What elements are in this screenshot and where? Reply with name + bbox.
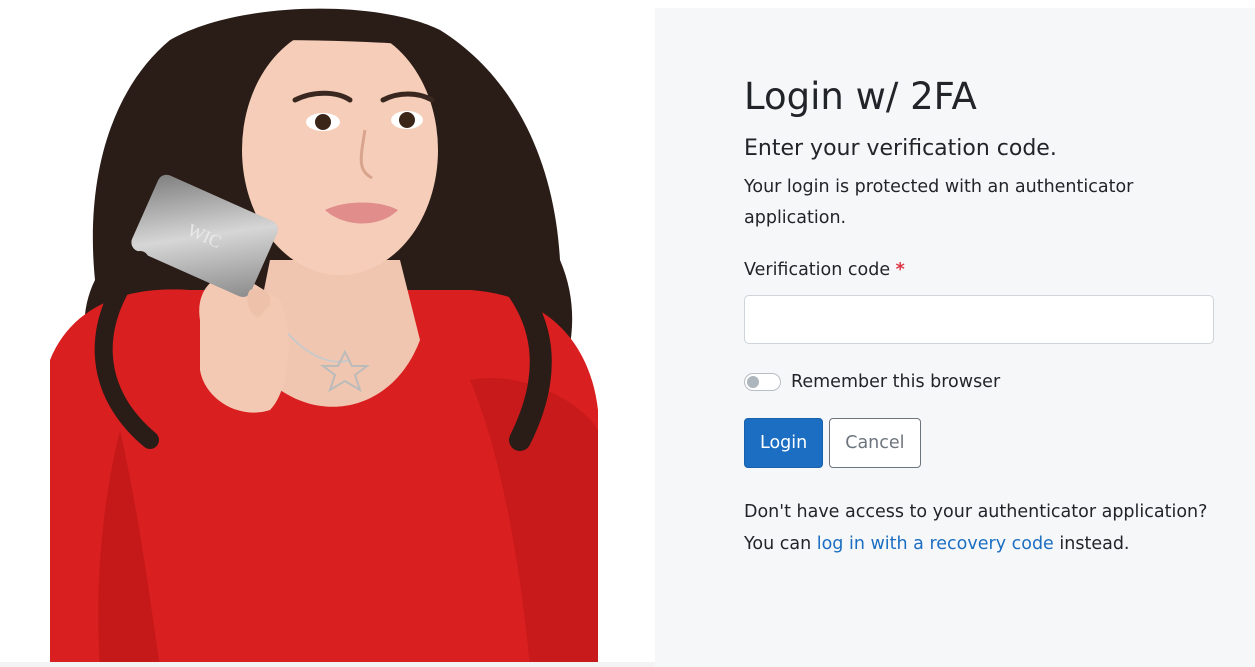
two-factor-form: Login w/ 2FA Enter your verification cod… (744, 74, 1216, 560)
page-title: Login w/ 2FA (744, 75, 977, 118)
login-button[interactable]: Login (744, 418, 824, 468)
form-actions: Login Cancel (744, 418, 1216, 468)
form-subtitle: Enter your verification code. (744, 136, 1057, 161)
recovery-help-text: Don't have access to your authenticator … (744, 496, 1216, 560)
required-marker: * (895, 260, 905, 280)
cancel-button[interactable]: Cancel (829, 418, 921, 468)
remember-browser-switch[interactable] (744, 373, 781, 391)
verification-code-label-text: Verification code (744, 260, 891, 280)
woman-holding-card-image: WIC (50, 8, 598, 667)
hero-bottom-rule (0, 662, 655, 667)
recovery-help-suffix: instead. (1053, 534, 1130, 554)
remember-browser-label: Remember this browser (791, 372, 1001, 392)
verification-code-input[interactable] (744, 295, 1214, 344)
verification-code-label: Verification code * (744, 258, 1216, 282)
login-2fa-page: WIC Login w/ 2FA Enter your verification… (0, 0, 1255, 667)
login-panel: Login w/ 2FA Enter your verification cod… (655, 8, 1255, 667)
hero-illustration: WIC (0, 0, 655, 667)
form-description: Your login is protected with an authenti… (744, 177, 1134, 228)
recovery-code-link[interactable]: log in with a recovery code (817, 534, 1054, 554)
remember-browser-toggle[interactable]: Remember this browser (744, 368, 1216, 396)
switch-knob (747, 376, 759, 388)
